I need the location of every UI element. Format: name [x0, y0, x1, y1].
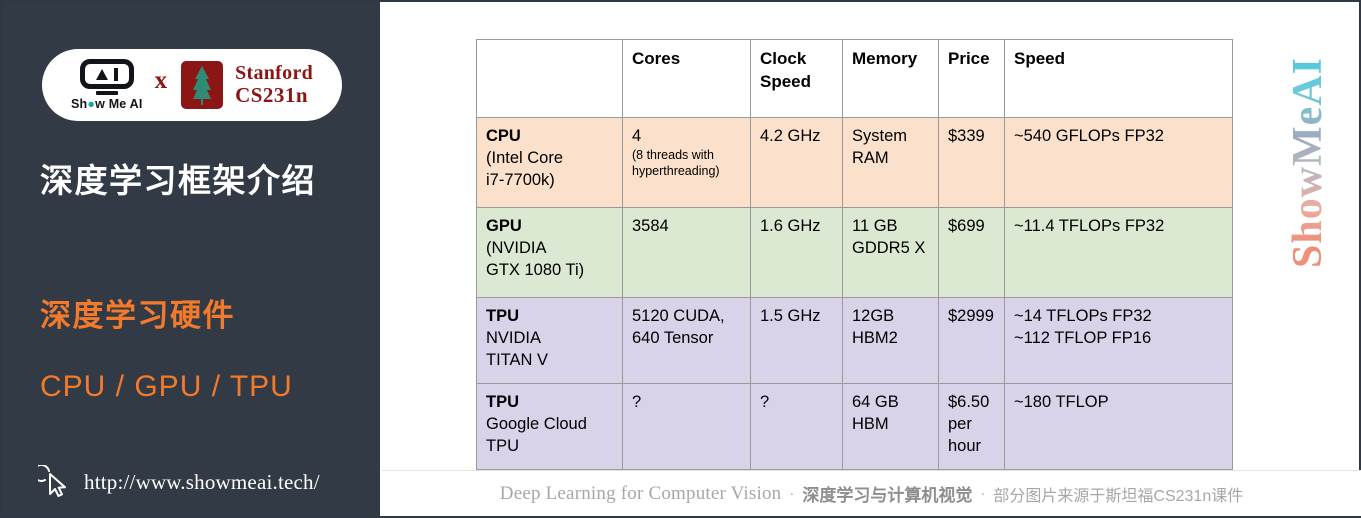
cell-cores: ? [622, 383, 751, 470]
bar-glyph [113, 67, 118, 81]
logo-x-label: x [154, 67, 168, 94]
footer-separator: · [789, 485, 795, 502]
robot-screen-icon [79, 59, 134, 89]
column-header-clock-speed: Clock Speed [750, 39, 843, 118]
caret-glyph [95, 68, 108, 80]
cell-memory: System RAM [842, 117, 939, 208]
table-header-row: Cores Clock Speed Memory Price Speed [476, 39, 1233, 118]
cell-cores: 3584 [622, 207, 751, 298]
column-header-speed: Speed [1004, 39, 1233, 118]
cell-device: TPU NVIDIA TITAN V [476, 297, 623, 384]
cell-device: TPU Google Cloud TPU [476, 383, 623, 470]
slide-root: Sh●w Me AI x Stanford CS231n 深度学习框架介绍 深度… [0, 0, 1361, 518]
footer-separator: · [980, 485, 986, 502]
site-url-block[interactable]: http://www.showmeai.tech/ [32, 464, 320, 499]
footer-bar: Deep Learning for Computer Vision · 深度学习… [382, 470, 1361, 516]
cell-device: GPU (NVIDIA GTX 1080 Ti) [476, 207, 623, 298]
watermark-text: ShowMeAI [1285, 57, 1331, 269]
page-title: 深度学习框架介绍 [40, 162, 316, 199]
cell-speed: ~180 TFLOP [1004, 383, 1233, 470]
column-header-memory: Memory [842, 39, 939, 118]
column-header-cores: Cores [622, 39, 751, 118]
column-header-price: Price [938, 39, 1005, 118]
cell-device: CPU (Intel Core i7-7700k) [476, 117, 623, 208]
click-cursor-icon [32, 464, 72, 499]
cores-value: 5120 CUDA, 640 Tensor [632, 307, 725, 347]
cell-clock-speed: ? [750, 383, 843, 470]
cell-price: $2999 [938, 297, 1005, 384]
device-detail: Google Cloud TPU [486, 414, 587, 455]
table-row: TPU NVIDIA TITAN V 5120 CUDA, 640 Tensor 1… [476, 297, 1233, 384]
stanford-tree-s-icon [179, 59, 225, 111]
showmeai-watermark: ShowMeAI [1282, 38, 1334, 288]
page-subtitle: 深度学习硬件 [40, 298, 235, 333]
hardware-spec-table-wrapper: Cores Clock Speed Memory Price Speed CPU… [476, 39, 1233, 470]
page-subtitle-secondary: CPU / GPU / TPU [40, 370, 293, 403]
cell-clock-speed: 1.6 GHz [750, 207, 843, 298]
hardware-spec-table: Cores Clock Speed Memory Price Speed CPU… [476, 39, 1233, 470]
cell-speed: ~540 GFLOPs FP32 [1004, 117, 1233, 208]
cell-cores: 4 (8 threads with hyperthreading) [622, 117, 751, 208]
cell-memory: 12GB HBM2 [842, 297, 939, 384]
stanford-label: Stanford CS231n [235, 62, 313, 108]
table-row: CPU (Intel Core i7-7700k) 4 (8 threads wi… [476, 117, 1233, 208]
cores-value: ? [632, 393, 642, 411]
cell-cores: 5120 CUDA, 640 Tensor [622, 297, 751, 384]
device-name: TPU [486, 393, 519, 411]
table-row: TPU Google Cloud TPU ? ? 64 GB HBM $6.50 … [476, 383, 1233, 470]
showmeai-wordmark: Sh●w Me AI [70, 97, 143, 111]
cell-clock-speed: 4.2 GHz [750, 117, 843, 208]
device-detail: NVIDIA TITAN V [486, 328, 549, 369]
showmeai-robot-icon: Sh●w Me AI [71, 59, 143, 111]
cell-price: $6.50 per hour [938, 383, 1005, 470]
stanford-line2: CS231n [235, 83, 309, 108]
device-detail: (Intel Core i7-7700k) [486, 148, 564, 189]
cores-value: 3584 [632, 217, 669, 235]
table-row: GPU (NVIDIA GTX 1080 Ti) 3584 1.6 GHz 11 … [476, 207, 1233, 298]
device-detail: (NVIDIA GTX 1080 Ti) [486, 238, 585, 279]
cell-clock-speed: 1.5 GHz [750, 297, 843, 384]
stanford-line1: Stanford [235, 62, 314, 85]
cell-price: $699 [938, 207, 1005, 298]
cores-value: 4 [632, 127, 642, 145]
footer-english: Deep Learning for Computer Vision [499, 482, 782, 504]
device-name: GPU [486, 217, 522, 235]
device-name: CPU [486, 127, 521, 145]
sidebar-panel: Sh●w Me AI x Stanford CS231n 深度学习框架介绍 深度… [2, 2, 380, 516]
device-name: TPU [486, 307, 519, 325]
footer-chinese-small: 部分图片来源于斯坦福CS231n课件 [993, 487, 1244, 505]
logo-badge: Sh●w Me AI x Stanford CS231n [42, 49, 342, 121]
cell-memory: 64 GB HBM [842, 383, 939, 470]
robot-stand-icon [95, 91, 118, 95]
footer-chinese-bold: 深度学习与计算机视觉 [802, 486, 973, 505]
column-header-device [476, 39, 623, 118]
cores-note: (8 threads with hyperthreading) [632, 147, 720, 178]
cell-speed: ~11.4 TFLOPs FP32 [1004, 207, 1233, 298]
cell-price: $339 [938, 117, 1005, 208]
cell-speed: ~14 TFLOPs FP32 ~112 TFLOP FP16 [1004, 297, 1233, 384]
site-url-text[interactable]: http://www.showmeai.tech/ [84, 470, 320, 495]
cell-memory: 11 GB GDDR5 X [842, 207, 939, 298]
